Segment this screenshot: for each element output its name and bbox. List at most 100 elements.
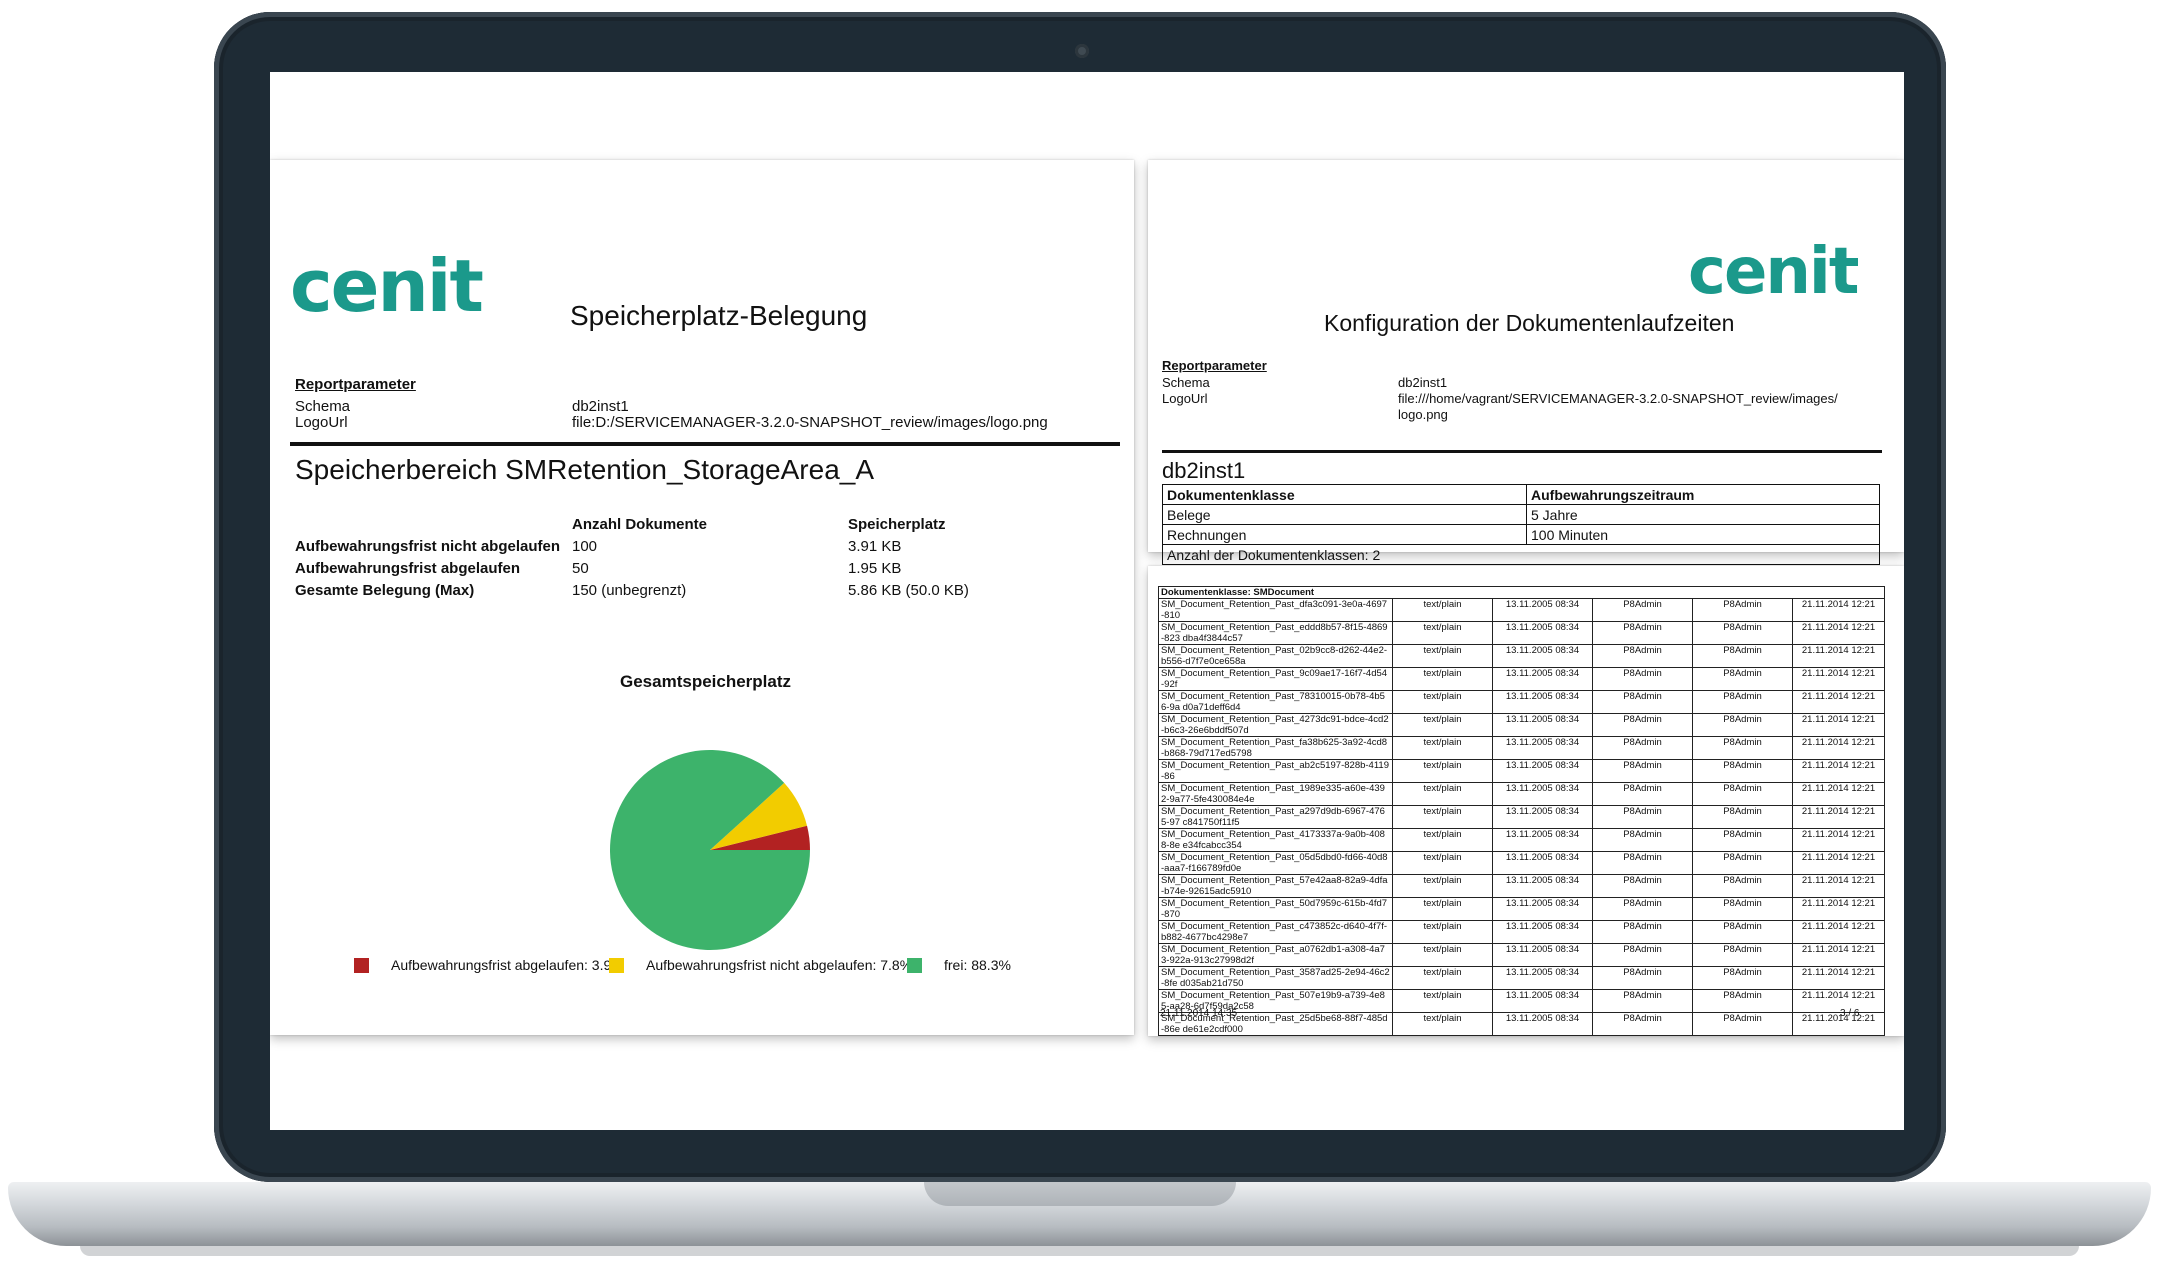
table-cell-date: 13.11.2005 08:34	[1492, 598, 1593, 622]
table-cell-date: 13.11.2005 08:34	[1492, 782, 1593, 806]
page-title: Konfiguration der Dokumentenlaufzeiten	[1324, 310, 1735, 336]
table-cell-mod: 21.11.2014 12:21	[1791, 897, 1886, 921]
table-cell-user1: P8Admin	[1592, 644, 1693, 668]
table-cell-date: 13.11.2005 08:34	[1492, 644, 1593, 668]
param-key: Schema	[1162, 375, 1210, 390]
table-cell-user2: P8Admin	[1692, 1012, 1793, 1036]
table-cell-mime: text/plain	[1392, 598, 1493, 622]
table-cell-date: 13.11.2005 08:34	[1492, 736, 1593, 760]
cenit-logo: cenit	[290, 244, 484, 328]
table-cell-user2: P8Admin	[1692, 621, 1793, 645]
table-cell-mod: 21.11.2014 12:21	[1791, 943, 1886, 967]
table-cell-user2: P8Admin	[1692, 966, 1793, 990]
table-cell-id: SM_Document_Retention_Past_eddd8b57-8f15…	[1158, 621, 1393, 645]
table-cell-id: SM_Document_Retention_Past_57e42aa8-82a9…	[1158, 874, 1393, 898]
page-number: 3 / 6	[1840, 1008, 1860, 1019]
legend-swatch-3	[907, 958, 922, 973]
retention-table: Dokumentenklasse Aufbewahrungszeitraum B…	[1162, 484, 1880, 565]
table-cell-user2: P8Admin	[1692, 989, 1793, 1013]
table-row: SM_Document_Retention_Past_507e19b9-a739…	[1158, 989, 1886, 1013]
table-cell-user2: P8Admin	[1692, 805, 1793, 829]
chart-title: Gesamtspeicherplatz	[620, 672, 792, 691]
row-space: 5.86 KB (50.0 KB)	[848, 582, 969, 599]
pie-slice-3	[610, 750, 810, 950]
table-cell-date: 13.11.2005 08:34	[1492, 897, 1593, 921]
col-header-count: Anzahl Dokumente	[572, 516, 708, 533]
table-cell-mime: text/plain	[1392, 828, 1493, 852]
table-cell-mod: 21.11.2014 12:21	[1791, 736, 1886, 760]
table-cell-mime: text/plain	[1392, 989, 1493, 1013]
table-cell-user1: P8Admin	[1592, 989, 1693, 1013]
table-cell-user2: P8Admin	[1692, 897, 1793, 921]
table-cell-id: SM_Document_Retention_Past_3587ad25-2e94…	[1158, 966, 1393, 990]
table-cell-id: SM_Document_Retention_Past_c473852c-d640…	[1158, 920, 1393, 944]
table-row: SM_Document_Retention_Past_fa38b625-3a92…	[1158, 736, 1886, 760]
table-cell-mod: 21.11.2014 12:21	[1791, 713, 1886, 737]
footer-date: 21.11.2014 14:35	[1160, 1008, 1238, 1019]
legend-label-3: frei: 88.3%	[944, 957, 1011, 973]
param-value: db2inst1	[572, 398, 629, 415]
table-cell-date: 13.11.2005 08:34	[1492, 874, 1593, 898]
table-cell-mime: text/plain	[1392, 943, 1493, 967]
param-key: Schema	[295, 398, 351, 415]
table-cell-mod: 21.11.2014 12:21	[1791, 828, 1886, 852]
table-cell-id: SM_Document_Retention_Past_1989e335-a60e…	[1158, 782, 1393, 806]
table-cell-mod: 21.11.2014 12:21	[1791, 690, 1886, 714]
table-row: SM_Document_Retention_Past_eddd8b57-8f15…	[1158, 621, 1886, 645]
table-cell-mod: 21.11.2014 12:21	[1791, 667, 1886, 691]
table-row: SM_Document_Retention_Past_05d5dbd0-fd66…	[1158, 851, 1886, 875]
params-heading: Reportparameter	[295, 376, 416, 393]
section-divider	[290, 442, 1120, 446]
table-cell-user2: P8Admin	[1692, 759, 1793, 783]
class-heading: Dokumentenklasse: SMDocument	[1157, 586, 1886, 599]
table-cell-mime: text/plain	[1392, 621, 1493, 645]
table-cell-user1: P8Admin	[1592, 759, 1693, 783]
legend-swatch-2	[609, 958, 624, 973]
table-cell-user1: P8Admin	[1592, 828, 1693, 852]
table-cell-date: 13.11.2005 08:34	[1492, 713, 1593, 737]
row-count: 100	[572, 538, 598, 555]
table-cell-mod: 21.11.2014 12:21	[1791, 598, 1886, 622]
table-row: SM_Document_Retention_Past_4173337a-9a0b…	[1158, 828, 1886, 852]
table-cell-id: SM_Document_Retention_Past_9c09ae17-16f7…	[1158, 667, 1393, 691]
table-cell: Anzahl der Dokumentenklassen: 2	[1162, 544, 1880, 565]
table-cell-mod: 21.11.2014 12:21	[1791, 759, 1886, 783]
legend-label-1: Aufbewahrungsfrist abgelaufen: 3.9%	[391, 957, 624, 973]
table-cell-id: SM_Document_Retention_Past_02b9cc8-d262-…	[1158, 644, 1393, 668]
table-cell-date: 13.11.2005 08:34	[1492, 828, 1593, 852]
table-cell-user1: P8Admin	[1592, 736, 1693, 760]
col-header-space: Speicherplatz	[848, 516, 946, 533]
table-row: SM_Document_Retention_Past_1989e335-a60e…	[1158, 782, 1886, 806]
table-cell-id: SM_Document_Retention_Past_fa38b625-3a92…	[1158, 736, 1393, 760]
table-cell: Belege	[1162, 504, 1527, 525]
table-cell-id: SM_Document_Retention_Past_dfa3c091-3e0a…	[1158, 598, 1393, 622]
table-cell-mod: 21.11.2014 12:21	[1791, 920, 1886, 944]
table-cell-mod: 21.11.2014 12:21	[1791, 851, 1886, 875]
table-cell-date: 13.11.2005 08:34	[1492, 989, 1593, 1013]
row-count: 150 (unbegrenzt)	[572, 582, 687, 599]
table-row: SM_Document_Retention_Past_dfa3c091-3e0a…	[1158, 598, 1886, 622]
table-row: SM_Document_Retention_Past_9c09ae17-16f7…	[1158, 667, 1886, 691]
table-cell-mime: text/plain	[1392, 966, 1493, 990]
table-cell-user1: P8Admin	[1592, 966, 1693, 990]
table-cell-user2: P8Admin	[1692, 828, 1793, 852]
table-cell-mime: text/plain	[1392, 713, 1493, 737]
class-heading-row: Dokumentenklasse: SMDocument	[1157, 586, 1886, 599]
table-cell-mod: 21.11.2014 12:21	[1791, 621, 1886, 645]
table-cell-id: SM_Document_Retention_Past_05d5dbd0-fd66…	[1158, 851, 1393, 875]
params-heading: Reportparameter	[1162, 358, 1267, 373]
table-cell-mime: text/plain	[1392, 897, 1493, 921]
table-cell-date: 13.11.2005 08:34	[1492, 759, 1593, 783]
param-value: db2inst1	[1398, 375, 1448, 390]
table-cell-user2: P8Admin	[1692, 943, 1793, 967]
table-cell-mime: text/plain	[1392, 1012, 1493, 1036]
table-row: Belege 5 Jahre	[1162, 504, 1880, 525]
report-page-documents: Dokumentenklasse: SMDocument SM_Document…	[1148, 566, 1904, 1036]
table-cell-date: 13.11.2005 08:34	[1492, 690, 1593, 714]
table-cell-mod: 21.11.2014 12:21	[1791, 782, 1886, 806]
table-cell-date: 13.11.2005 08:34	[1492, 920, 1593, 944]
table-cell-user2: P8Admin	[1692, 736, 1793, 760]
param-key: LogoUrl	[295, 414, 348, 431]
table-cell-id: SM_Document_Retention_Past_78310015-0b78…	[1158, 690, 1393, 714]
table-cell-id: SM_Document_Retention_Past_4273dc91-bdce…	[1158, 713, 1393, 737]
